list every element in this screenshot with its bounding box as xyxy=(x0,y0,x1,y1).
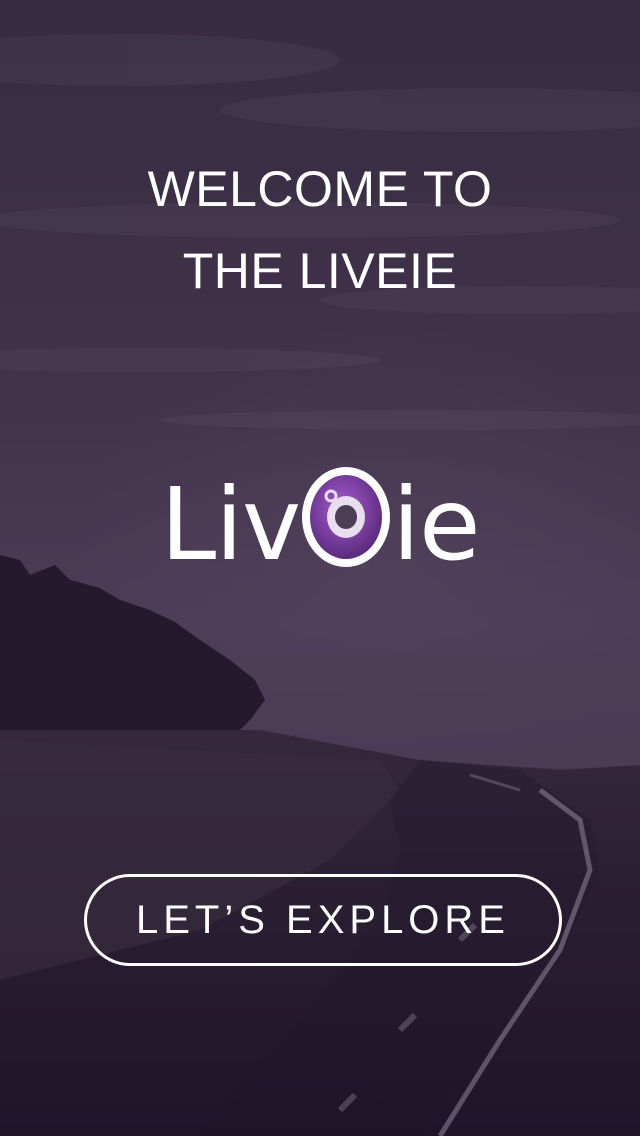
welcome-line-1: WELCOME TO xyxy=(147,161,493,217)
camera-lens-icon xyxy=(302,467,391,567)
logo-text-right: ie xyxy=(392,466,480,583)
app-logo: Liv ie xyxy=(0,445,640,575)
lets-explore-label: LET’S EXPLORE xyxy=(135,897,510,942)
welcome-screen: WELCOME TO THE LIVEIE Liv ie LET’S EXPLO… xyxy=(0,0,640,1136)
logo-text-left: Liv xyxy=(160,466,302,583)
welcome-line-2: THE LIVEIE xyxy=(182,243,458,299)
welcome-heading: WELCOME TO THE LIVEIE xyxy=(0,148,640,312)
lets-explore-button[interactable]: LET’S EXPLORE xyxy=(84,874,562,966)
